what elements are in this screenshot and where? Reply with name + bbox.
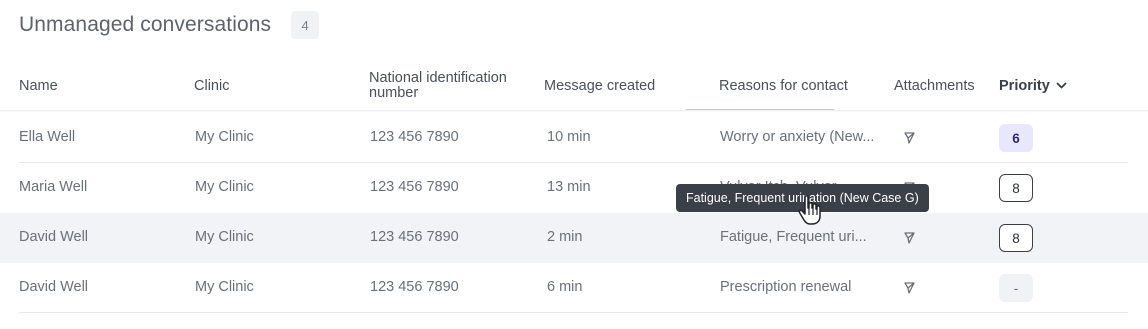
column-header-priority-label: Priority xyxy=(999,78,1050,94)
column-header-reasons[interactable]: Reasons for contact xyxy=(719,78,848,94)
hand-pointer-icon xyxy=(798,195,821,225)
table-row[interactable]: Ella Well My Clinic 123 456 7890 10 min … xyxy=(0,113,1148,163)
cell-reason: Worry or anxiety (New... xyxy=(720,129,875,145)
cell-message-created: 10 min xyxy=(547,129,591,145)
column-header-national-id[interactable]: National identification number xyxy=(369,71,507,101)
column-header-message-created[interactable]: Message created xyxy=(544,78,655,94)
cell-message-created: 2 min xyxy=(547,229,583,245)
column-header-national-id-line2: number xyxy=(369,85,419,101)
column-header-name[interactable]: Name xyxy=(19,78,58,94)
column-header-priority[interactable]: Priority xyxy=(999,78,1067,94)
cell-national-id: 123 456 7890 xyxy=(370,129,459,145)
table-row[interactable]: David Well My Clinic 123 456 7890 6 min … xyxy=(0,263,1148,313)
priority-badge: 8 xyxy=(999,224,1033,252)
cell-name: Maria Well xyxy=(19,179,88,195)
table-row[interactable]: Maria Well My Clinic 123 456 7890 13 min… xyxy=(0,163,1148,213)
cell-national-id: 123 456 7890 xyxy=(370,279,459,295)
header-divider xyxy=(0,110,1148,112)
cell-clinic: My Clinic xyxy=(195,279,254,295)
cell-message-created: 6 min xyxy=(547,279,583,295)
cell-message-created: 13 min xyxy=(547,179,591,195)
paperclip-icon[interactable] xyxy=(902,280,918,296)
cell-name: David Well xyxy=(19,279,89,295)
chevron-down-icon xyxy=(1056,82,1067,89)
conversation-count-badge: 4 xyxy=(291,11,320,39)
column-header-clinic[interactable]: Clinic xyxy=(194,78,229,94)
column-header-attachments[interactable]: Attachments xyxy=(894,78,975,94)
cell-reason: Fatigue, Frequent uri... xyxy=(720,229,867,245)
cell-clinic: My Clinic xyxy=(195,129,254,145)
cell-national-id: 123 456 7890 xyxy=(370,229,459,245)
table-row[interactable]: David Well My Clinic 123 456 7890 2 min … xyxy=(0,213,1148,263)
cell-name: Ella Well xyxy=(19,129,76,145)
paperclip-icon[interactable] xyxy=(902,130,918,146)
cell-name: David Well xyxy=(19,229,89,245)
cell-national-id: 123 456 7890 xyxy=(370,179,459,195)
cell-reason: Prescription renewal xyxy=(720,279,852,295)
priority-badge: - xyxy=(999,274,1033,302)
column-header-national-id-line1: National identification xyxy=(369,70,507,86)
row-divider xyxy=(19,312,1128,313)
page-title: Unmanaged conversations xyxy=(19,13,272,36)
page-header: Unmanaged conversations 4 xyxy=(19,10,320,40)
priority-badge: 6 xyxy=(999,124,1033,152)
priority-badge: 8 xyxy=(999,174,1033,202)
cell-clinic: My Clinic xyxy=(195,179,254,195)
cell-clinic: My Clinic xyxy=(195,229,254,245)
paperclip-icon[interactable] xyxy=(902,230,918,246)
